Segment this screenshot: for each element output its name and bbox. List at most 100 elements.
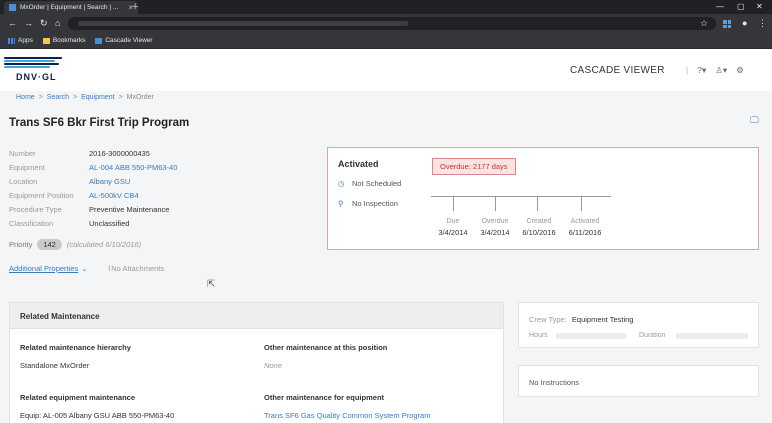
search-icon: ⚲: [338, 199, 344, 208]
breadcrumb-search[interactable]: Search: [47, 94, 69, 101]
equipment-link[interactable]: AL-004 ABB 550-PM63-40: [89, 163, 177, 172]
help-icon[interactable]: ?▾: [697, 65, 706, 76]
instructions-panel: No Instructions: [518, 365, 759, 397]
crew-panel: Crew Type: Equipment Testing Hours Durat…: [518, 302, 759, 348]
minimize-icon[interactable]: —: [716, 0, 724, 14]
related-maintenance-title: Related Maintenance: [10, 303, 503, 329]
status-item: ⚲ No Inspection: [338, 199, 398, 208]
property-label: Equipment Position: [9, 191, 74, 200]
gear-icon[interactable]: ⚙: [736, 65, 744, 76]
home-icon[interactable]: ⌂: [55, 17, 60, 30]
status-item-label: Not Scheduled: [352, 179, 402, 188]
related-cell-body: Equip: AL-005 Albany GSU ABB 550-PM63-40: [20, 411, 175, 420]
browser-toolbar: ← → ↻ ⌂ ☆ ● ⋮: [0, 14, 772, 33]
page-favicon-icon: [9, 4, 16, 11]
user-icon[interactable]: ♙▾: [715, 65, 727, 76]
status-item-label: No Inspection: [352, 199, 398, 208]
crew-type-value: Equipment Testing: [571, 315, 634, 324]
dnvgl-logo[interactable]: DNV·GL: [4, 57, 62, 82]
equipment-position-link[interactable]: AL-500kV CB4: [89, 191, 139, 200]
breadcrumb-separator: >: [118, 94, 123, 101]
close-window-icon[interactable]: ✕: [756, 0, 763, 14]
related-cell-title: Other maintenance at this position: [264, 343, 388, 352]
browser-tab[interactable]: MxOrder | Equipment | Search | ... ×: [4, 1, 138, 14]
browser-menu-icon[interactable]: ⋮: [758, 17, 767, 30]
location-link[interactable]: Albany GSU: [89, 177, 130, 186]
timeline-date: 6/11/2016: [568, 228, 602, 237]
apps-grid-icon: [8, 37, 15, 44]
hours-label: Hours: [529, 332, 548, 339]
mouse-cursor-icon: ⇱: [207, 279, 216, 290]
related-cell-body: None: [264, 361, 282, 370]
timeline-date: 3/4/2014: [438, 228, 468, 237]
maximize-icon[interactable]: ▢: [737, 0, 745, 14]
priority-row: Priority 142 (calculated 6/10/2016): [9, 239, 141, 250]
hours-value: [556, 333, 626, 339]
monitor-icon[interactable]: 🖵: [750, 115, 759, 126]
other-maintenance-link[interactable]: Trans SF6 Gas Quality Common System Prog…: [264, 411, 494, 420]
property-row: Procedure Type Preventive Maintenance: [9, 205, 329, 215]
property-row: Equipment Position AL-500kV CB4: [9, 191, 329, 201]
chevron-down-icon[interactable]: ⌄: [81, 264, 87, 273]
property-label: Location: [9, 177, 38, 186]
back-icon[interactable]: ←: [8, 17, 17, 30]
crew-type-label: Crew Type:: [529, 315, 567, 324]
breadcrumb-home[interactable]: Home: [16, 94, 35, 101]
breadcrumb: Home > Search > Equipment > MxOrder: [16, 94, 154, 101]
bookmark-label: Apps: [18, 37, 33, 44]
timeline-tick: [495, 196, 496, 211]
bookmark-star-icon[interactable]: ☆: [700, 17, 708, 30]
logo-wave: [4, 60, 56, 62]
folder-icon: [42, 37, 50, 44]
property-row: Number 2016-3000000435: [9, 149, 329, 159]
other-maintenance-position: Other maintenance at this position None: [264, 343, 494, 370]
bookmark-cascade-viewer[interactable]: Cascade Viewer: [95, 37, 153, 44]
forward-icon[interactable]: →: [24, 17, 33, 30]
property-row: Classification Unclassified: [9, 219, 329, 229]
divider: |: [686, 65, 689, 75]
priority-label: Priority: [9, 240, 33, 249]
tab-title: MxOrder | Equipment | Search | ...: [20, 4, 119, 11]
bookmark-label: Bookmarks: [52, 37, 86, 44]
address-bar[interactable]: [68, 17, 716, 30]
browser-tabbar: MxOrder | Equipment | Search | ... × + —…: [0, 0, 772, 14]
timeline-overdue: Overdue 3/4/2014: [473, 218, 517, 237]
additional-properties-link[interactable]: Additional Properties: [9, 264, 78, 273]
properties-links: Additional Properties ⌄ ⌇ No Attachments: [9, 264, 164, 273]
bookmark-bookmarks[interactable]: Bookmarks: [42, 37, 86, 44]
status-item: ◷ Not Scheduled: [338, 179, 401, 188]
timeline-label: Activated: [570, 218, 600, 225]
property-label: Procedure Type: [9, 205, 62, 214]
property-row: Equipment AL-004 ABB 550-PM63-40: [9, 163, 329, 173]
profile-icon[interactable]: ●: [742, 17, 747, 30]
logo-wave: [4, 66, 51, 68]
bookmarks-bar: Apps Bookmarks Cascade Viewer: [0, 33, 772, 49]
crew-type-row: Crew Type: Equipment Testing: [529, 315, 633, 324]
app-root: DNV·GL CASCADE VIEWER | ?▾ ♙▾ ⚙ Home > Sea…: [0, 49, 772, 423]
app-title: CASCADE VIEWER: [570, 65, 665, 76]
property-label: Classification: [9, 219, 54, 228]
logo-wave: [4, 63, 59, 65]
timeline-due: Due 3/4/2014: [431, 218, 475, 237]
timeline-label: Overdue: [481, 218, 509, 225]
clock-icon: ◷: [338, 179, 345, 188]
other-maintenance-equipment: Other maintenance for equipment Trans SF…: [264, 393, 494, 420]
breadcrumb-equipment[interactable]: Equipment: [81, 94, 114, 101]
timeline-label: Created: [526, 218, 552, 225]
bookmark-apps[interactable]: Apps: [8, 37, 33, 44]
status-title: Activated: [338, 159, 379, 169]
windows-extension-icon[interactable]: [723, 20, 731, 28]
related-cell-title: Other maintenance for equipment: [264, 393, 385, 402]
timeline-label: Due: [446, 218, 460, 225]
related-equipment-maintenance: Related equipment maintenance Equip: AL-…: [20, 393, 250, 420]
reload-icon[interactable]: ↻: [40, 17, 48, 30]
new-tab-icon[interactable]: +: [132, 0, 138, 14]
related-cell-body: Standalone MxOrder: [20, 361, 90, 370]
priority-note: (calculated 6/10/2016): [66, 240, 142, 249]
address-blurred: [78, 21, 408, 26]
property-value: 2016-3000000435: [89, 149, 150, 158]
related-cell-title: Related maintenance hierarchy: [20, 343, 131, 352]
overdue-badge: Overdue: 2177 days: [432, 158, 516, 175]
bookmark-label: Cascade Viewer: [105, 37, 153, 44]
timeline-tick: [453, 196, 454, 211]
